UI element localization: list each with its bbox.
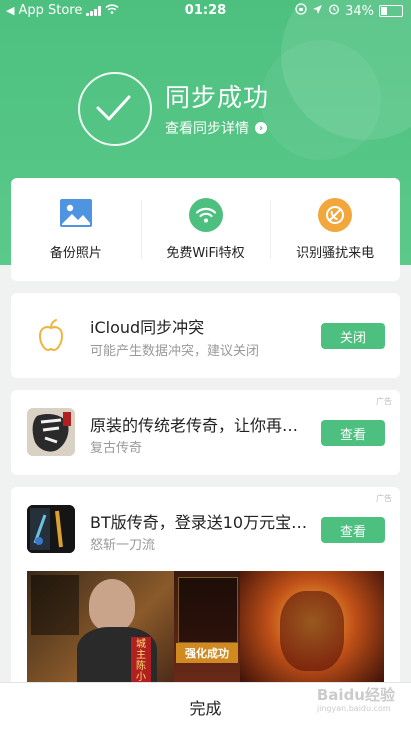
ad-title: 原装的传统老传奇，让你再… (90, 416, 299, 435)
ad-title: BT版传奇，登录送10万元宝… (90, 513, 308, 532)
view-ad-button[interactable]: 查看 (321, 517, 385, 543)
close-icloud-button[interactable]: 关闭 (321, 323, 385, 349)
ad-subtitle: 怒斩一刀流 (90, 538, 156, 553)
signal-icon (86, 5, 102, 16)
ad-banner-image[interactable]: 城主 陈小 强化成功 (27, 571, 384, 684)
photo-icon (59, 198, 93, 232)
banner-caption: 城主 陈小 (131, 637, 151, 684)
ad-subtitle: 复古传奇 (90, 441, 143, 456)
game-thumbnail (27, 408, 75, 456)
features-card: 备份照片 免费WiFi特权 识别骚扰来电 (11, 178, 400, 281)
feature-block-calls[interactable]: 识别骚扰来电 (270, 178, 400, 281)
wifi-status-icon (105, 3, 119, 18)
back-to-app-icon[interactable]: ◀ (6, 4, 14, 17)
carrier-label[interactable]: App Store (18, 3, 82, 18)
banner-panel-warrior: 城主 陈小 (27, 571, 174, 684)
alarm-icon (328, 3, 340, 19)
done-label: 完成 (189, 699, 222, 718)
icloud-conflict-title: iCloud同步冲突 (90, 318, 205, 337)
banner-panel-dragon (240, 571, 384, 684)
block-call-icon (318, 198, 353, 232)
watermark-brand: Baidu经验 (316, 686, 395, 704)
banner-dragon-figure (280, 591, 344, 671)
ad-card[interactable]: 广告 BT版传奇，登录送10万元宝… 怒斩一刀流 查看 城主 陈小 强化成功 (11, 487, 400, 687)
header-decoration-2 (261, 40, 381, 160)
ad-tag: 广告 (376, 397, 392, 406)
watermark-url: jingyan.baidu.com (316, 704, 391, 713)
status-bar: ◀ App Store 01:28 34% (0, 0, 411, 22)
feature-label: 免费WiFi特权 (166, 246, 245, 261)
banner-panel-upgrade: 强化成功 (174, 571, 240, 684)
ad-tag: 广告 (376, 494, 392, 503)
feature-backup-photos[interactable]: 备份照片 (11, 178, 141, 281)
feature-free-wifi[interactable]: 免费WiFi特权 (140, 178, 271, 281)
success-check-icon (78, 72, 152, 146)
page-title: 同步成功 (165, 83, 270, 112)
wifi-icon (188, 198, 223, 232)
banner-upgrade-text: 强化成功 (176, 643, 238, 663)
baidu-watermark: Baidu经验 jingyan.baidu.com (317, 688, 395, 713)
banner-upgrade-panel (178, 577, 238, 643)
icloud-conflict-subtitle: 可能产生数据冲突，建议关闭 (90, 344, 260, 359)
feature-label: 识别骚扰来电 (296, 246, 375, 261)
view-sync-details-label: 查看同步详情 (165, 121, 249, 137)
feature-label: 备份照片 (49, 246, 102, 261)
apple-icon (27, 311, 75, 359)
icloud-conflict-card: iCloud同步冲突 可能产生数据冲突，建议关闭 关闭 (11, 293, 400, 378)
battery-icon (379, 5, 403, 17)
location-icon (312, 4, 323, 19)
game-thumbnail (27, 505, 75, 553)
battery-percent: 34% (345, 3, 374, 19)
banner-portrait (89, 579, 135, 631)
chevron-right-icon: › (255, 122, 267, 134)
ad-card[interactable]: 广告 原装的传统老传奇，让你再… 复古传奇 查看 (11, 390, 400, 475)
view-sync-details-link[interactable]: 查看同步详情 › (165, 118, 267, 138)
banner-stats-panel (31, 575, 79, 635)
view-ad-button[interactable]: 查看 (321, 420, 385, 446)
rotation-lock-icon (295, 3, 307, 19)
